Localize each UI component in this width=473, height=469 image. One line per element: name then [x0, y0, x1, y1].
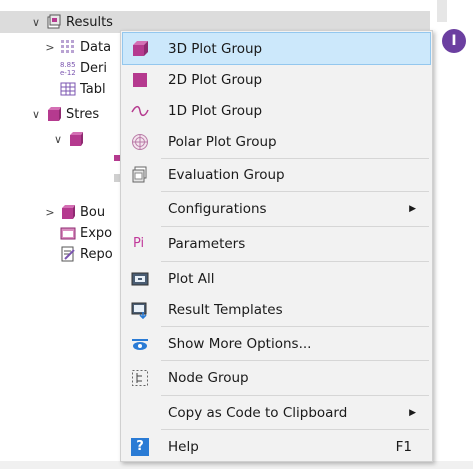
- plot-group-icon: [46, 106, 62, 122]
- plot-group-2d-icon: [131, 71, 149, 89]
- menu-item-1d-plot-group[interactable]: 1D Plot Group: [123, 95, 430, 126]
- menu-item-2d-plot-group[interactable]: 2D Plot Group: [123, 64, 430, 95]
- expand-arrow-icon[interactable]: >: [44, 206, 56, 219]
- menu-separator: [161, 395, 429, 396]
- svg-text:8.85: 8.85: [60, 61, 76, 69]
- menu-item-label: 2D Plot Group: [168, 71, 263, 88]
- derived-values-icon: 8.85 e-12: [60, 60, 76, 77]
- results-folder-icon: [46, 14, 62, 30]
- context-menu: 3D Plot Group 2D Plot Group 1D Plot Grou…: [120, 30, 433, 462]
- menu-item-label: Configurations: [168, 200, 267, 217]
- evaluation-group-icon: [131, 166, 149, 184]
- tree-item-datasets[interactable]: > Data: [0, 36, 111, 58]
- plot-group-icon: [68, 131, 84, 147]
- submenu-arrow-icon: ▶: [409, 407, 416, 418]
- tree-item-export[interactable]: Expo: [0, 222, 112, 244]
- menu-separator: [161, 429, 429, 430]
- tree-item-tables[interactable]: Tabl: [0, 78, 106, 100]
- plot-group-icon: [60, 204, 76, 220]
- menu-item-plot-all[interactable]: Plot All: [123, 263, 430, 294]
- menu-separator: [161, 261, 429, 262]
- menu-item-show-more-options[interactable]: Show More Options...: [123, 328, 430, 359]
- menu-item-configurations[interactable]: Configurations ▶: [123, 193, 430, 224]
- reports-icon: [60, 246, 76, 262]
- menu-separator: [161, 326, 429, 327]
- menu-item-label: Result Templates: [168, 301, 283, 318]
- right-panel: [430, 0, 473, 469]
- node-group-icon: [131, 369, 149, 387]
- menu-item-label: Polar Plot Group: [168, 133, 277, 150]
- tree-item-label: Expo: [80, 225, 113, 241]
- menu-item-label: Evaluation Group: [168, 166, 285, 183]
- tree-item-boundary[interactable]: > Bou: [0, 201, 105, 223]
- svg-text:e-12: e-12: [60, 69, 76, 76]
- menu-item-copy-as-code[interactable]: Copy as Code to Clipboard ▶: [123, 397, 430, 428]
- menu-item-label: Show More Options...: [168, 335, 312, 352]
- menu-item-polar-plot-group[interactable]: Polar Plot Group: [123, 126, 430, 157]
- tree-item-label: Bou: [80, 204, 106, 220]
- help-icon: ?: [131, 438, 149, 456]
- export-icon: [60, 225, 76, 241]
- polar-plot-group-icon: [131, 133, 149, 151]
- menu-separator: [161, 191, 429, 192]
- menu-item-result-templates[interactable]: Result Templates: [123, 294, 430, 325]
- tree-item-label: Deri: [80, 60, 107, 76]
- tree-item-label: Repo: [80, 246, 113, 262]
- annotation-badge: I: [442, 29, 466, 53]
- menu-item-node-group[interactable]: Node Group: [123, 362, 430, 393]
- menu-item-label: Help: [168, 438, 199, 455]
- parameters-icon: Pi: [133, 236, 145, 251]
- scrollbar-thumb[interactable]: [437, 0, 447, 22]
- show-more-options-icon: [131, 335, 149, 353]
- result-templates-icon: [131, 301, 149, 320]
- keyboard-shortcut: F1: [395, 438, 412, 455]
- tree-item-label: Stres: [66, 106, 100, 122]
- menu-item-label: Copy as Code to Clipboard: [168, 404, 348, 421]
- submenu-arrow-icon: ▶: [409, 203, 416, 214]
- collapse-arrow-icon[interactable]: ∨: [52, 133, 64, 146]
- menu-item-3d-plot-group[interactable]: 3D Plot Group: [122, 32, 431, 65]
- tree-item-stress[interactable]: ∨ Stres: [0, 103, 99, 125]
- tree-item-label: Tabl: [80, 81, 106, 97]
- tables-icon: [60, 81, 76, 97]
- menu-item-label: 3D Plot Group: [168, 40, 263, 57]
- tree-item-label: Data: [80, 39, 112, 55]
- menu-item-label: Plot All: [168, 270, 215, 287]
- tree-item-reports[interactable]: Repo: [0, 243, 113, 265]
- tree-item-derived-values[interactable]: 8.85 e-12 Deri: [0, 57, 107, 79]
- datasets-icon: [60, 39, 76, 55]
- tree-item-plot[interactable]: ∨: [0, 128, 88, 150]
- menu-separator: [161, 226, 429, 227]
- menu-separator: [161, 360, 429, 361]
- plot-group-3d-icon: [131, 40, 149, 58]
- tree-item-label: Results: [66, 14, 113, 30]
- menu-item-label: Node Group: [168, 369, 249, 386]
- collapse-arrow-icon[interactable]: ∨: [30, 108, 42, 121]
- menu-item-parameters[interactable]: Pi Parameters: [123, 228, 430, 259]
- plot-all-icon: [131, 270, 149, 288]
- bottom-strip: [0, 461, 473, 469]
- menu-item-evaluation-group[interactable]: Evaluation Group: [123, 159, 430, 190]
- menu-item-label: 1D Plot Group: [168, 102, 263, 119]
- menu-item-label: Parameters: [168, 235, 246, 252]
- collapse-arrow-icon[interactable]: ∨: [30, 16, 42, 29]
- expand-arrow-icon[interactable]: >: [44, 41, 56, 54]
- menu-item-help[interactable]: ? Help F1: [123, 431, 430, 462]
- plot-group-1d-icon: [131, 102, 149, 120]
